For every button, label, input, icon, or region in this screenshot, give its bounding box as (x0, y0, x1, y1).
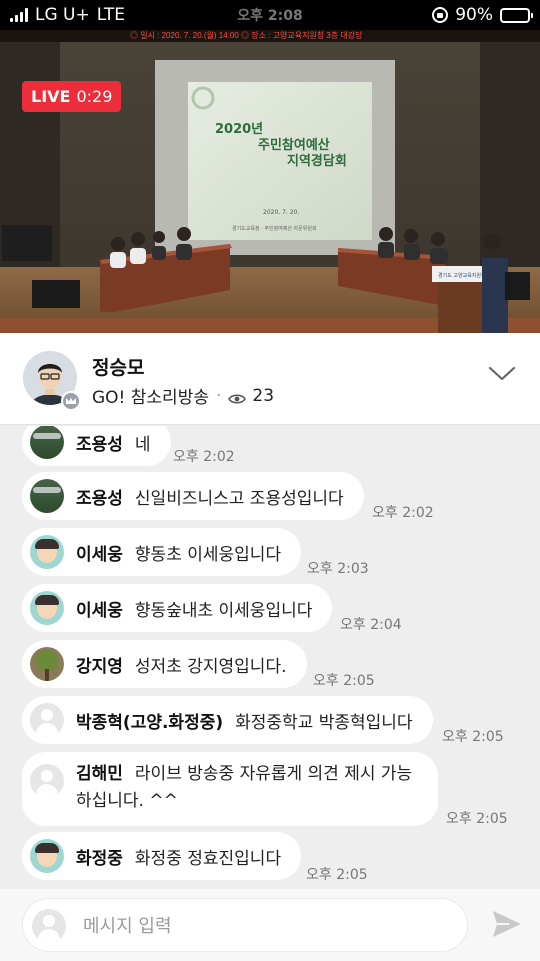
message-time: 오후 2:05 (313, 673, 375, 689)
chat-message: 이세웅 향동숲내초 이세웅입니다 (22, 584, 333, 632)
host-crown-icon (61, 391, 81, 411)
chat-message: 강지영 성저초 강지영입니다. (22, 640, 307, 688)
chat-message: 박종혁(고양.화정중) 화정중학교 박종혁입니다 (22, 696, 433, 744)
message-text: 향동초 이세웅입니다 (134, 544, 282, 565)
message-time: 오후 2:05 (306, 867, 368, 883)
battery-icon (500, 7, 533, 23)
channel-name: GO! 참소리방송 (92, 388, 209, 408)
broadcaster-header: 정승모 GO! 참소리방송 · 23 (0, 333, 540, 425)
live-elapsed: 0:29 (76, 87, 113, 106)
chat-message: 김해민 라이브 방송중 자유롭게 의견 제시 가능하십니다. ^^ (22, 752, 438, 826)
chevron-down-icon[interactable] (488, 365, 516, 383)
viewer-count: 23 (252, 385, 275, 406)
sender-name: 화정중 (76, 848, 123, 869)
message-time: 오후 2:02 (173, 449, 235, 465)
screen-title-1: 2020년 (215, 122, 263, 137)
broadcaster-name: 정승모 (92, 357, 145, 379)
chat-message: 이세웅 향동초 이세웅입니다 (22, 528, 302, 576)
message-time: 오후 2:02 (372, 505, 434, 521)
user-avatar[interactable] (30, 426, 64, 459)
my-avatar (32, 909, 66, 943)
sender-name: 강지영 (76, 656, 123, 677)
sender-name: 김해민 (76, 764, 123, 784)
message-time: 오후 2:05 (442, 729, 504, 745)
rotation-lock-icon (432, 7, 449, 23)
chat-message: 조용성 신일비즈니스고 조용성입니다 (22, 472, 364, 520)
podium-sign: 경기도 고양교육지원청 (438, 272, 486, 279)
message-text: 화정중학교 박종혁입니다 (235, 712, 413, 733)
live-badge: LIVE 0:29 (22, 81, 122, 112)
message-time: 오후 2:03 (307, 561, 369, 577)
event-banner: ◎ 일시 : 2020. 7. 20.(월) 14:00 ◎ 장소 : 고양교육… (130, 30, 363, 40)
live-video[interactable]: ◎ 일시 : 2020. 7. 20.(월) 14:00 ◎ 장소 : 고양교육… (0, 30, 540, 333)
message-input-container[interactable] (22, 898, 468, 952)
send-icon[interactable] (491, 909, 523, 939)
sender-name: 이세웅 (76, 600, 123, 621)
chat-list[interactable]: 조용성 네 오후 2:02 조용성 신일비즈니스고 조용성입니다 오후 2:02… (0, 426, 540, 889)
user-avatar[interactable] (30, 535, 64, 569)
sender-name: 조용성 (76, 434, 123, 455)
message-input[interactable] (83, 911, 453, 941)
live-label: LIVE (31, 87, 71, 106)
message-text: 네 (134, 434, 151, 455)
status-bar: LG U+ LTE 오후 2:08 90% (0, 0, 540, 30)
user-avatar[interactable] (30, 591, 64, 625)
chat-message: 화정중 화정중 정효진입니다 (22, 832, 302, 880)
chat-message: 조용성 네 (22, 426, 171, 466)
message-time: 오후 2:05 (446, 811, 508, 827)
separator-dot: · (215, 385, 222, 406)
message-text: 성저초 강지영입니다. (134, 656, 287, 677)
sender-name: 박종혁(고양.화정중) (76, 712, 224, 733)
viewers-eye-icon (228, 390, 247, 404)
screen-footer: 경기도교육청 · 주민참여예산 자문위원회 (232, 225, 317, 232)
user-avatar[interactable] (30, 647, 64, 681)
screen-date: 2020. 7. 20. (263, 209, 299, 216)
message-text: 라이브 방송중 자유롭게 의견 제시 가능하십니다. ^^ (76, 764, 413, 811)
message-text: 신일비즈니스고 조용성입니다 (134, 488, 344, 509)
battery-percent: 90% (455, 5, 493, 25)
user-avatar[interactable] (30, 764, 64, 798)
message-time: 오후 2:04 (340, 617, 402, 633)
user-avatar[interactable] (30, 479, 64, 513)
screen-title-2: 주민참여예산 (258, 137, 330, 153)
sender-name: 이세웅 (76, 544, 123, 565)
message-text: 향동숲내초 이세웅입니다 (134, 600, 313, 621)
sender-name: 조용성 (76, 488, 123, 509)
message-composer (0, 889, 540, 961)
message-text: 화정중 정효진입니다 (134, 848, 282, 869)
screen-title-3: 지역경담회 (287, 153, 347, 169)
video-frame: ◎ 일시 : 2020. 7. 20.(월) 14:00 ◎ 장소 : 고양교육… (0, 30, 540, 333)
user-avatar[interactable] (30, 703, 64, 737)
user-avatar[interactable] (30, 839, 64, 873)
